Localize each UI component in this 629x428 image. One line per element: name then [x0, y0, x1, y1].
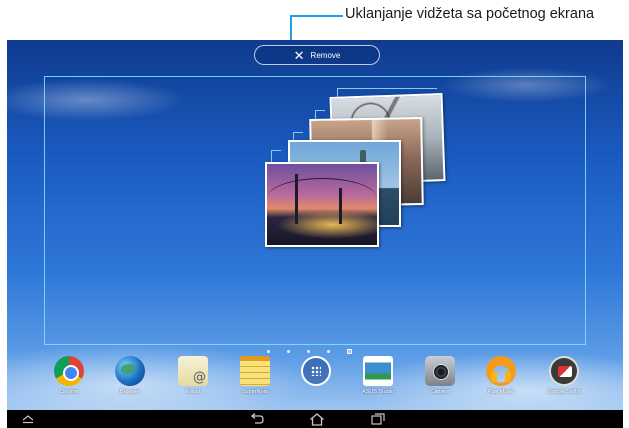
camera-icon — [425, 356, 455, 386]
remove-drop-target[interactable]: ✕ Remove — [254, 45, 380, 65]
expand-up-button[interactable] — [19, 412, 37, 426]
bridge-photo — [265, 162, 379, 247]
home-screen: ✕ Remove Chrome Browser @ Email SuperNot… — [7, 40, 623, 428]
browser-icon — [115, 356, 145, 386]
home-icon — [310, 412, 324, 426]
app-label: Chrome — [59, 389, 79, 395]
close-icon: ✕ — [293, 47, 305, 63]
email-icon — [178, 356, 208, 386]
page-dot-active — [347, 349, 352, 354]
dock-all-apps-button[interactable] — [286, 356, 346, 389]
app-label: SuperNote — [241, 389, 269, 395]
app-label: Google Settin — [547, 389, 581, 395]
dock-app-camera[interactable]: Camera — [410, 356, 470, 395]
expand-up-icon — [22, 415, 34, 424]
back-button[interactable] — [247, 412, 267, 426]
dock-app-email[interactable]: Email — [163, 356, 223, 395]
callout-label: Uklanjanje vidžeta sa početnog ekrana — [345, 6, 595, 22]
app-label: Play Music — [487, 389, 515, 395]
chrome-icon — [54, 356, 84, 386]
dock-app-asus-studio[interactable]: ASUS Studio — [348, 356, 408, 395]
play-music-icon — [486, 356, 516, 386]
remove-label: Remove — [310, 50, 341, 60]
app-label: Email — [186, 389, 200, 395]
callout-leader-horizontal — [290, 15, 343, 17]
dock-app-chrome[interactable]: Chrome — [39, 356, 99, 395]
all-apps-icon — [301, 356, 331, 386]
page-dot — [327, 350, 330, 353]
dock-app-google-settings[interactable]: Google Settin — [534, 356, 594, 395]
back-icon — [250, 413, 264, 424]
dock-app-supernote[interactable]: SuperNote — [225, 356, 285, 395]
google-settings-icon — [549, 356, 579, 386]
home-button[interactable] — [307, 412, 327, 426]
supernote-icon — [240, 356, 270, 386]
page-dot — [287, 350, 290, 353]
page-indicator — [267, 349, 352, 354]
dock-app-play-music[interactable]: Play Music — [471, 356, 531, 395]
app-dock: Chrome Browser Email SuperNote ASUS Stud… — [7, 356, 623, 402]
page-dot — [307, 350, 310, 353]
dock-app-browser[interactable]: Browser — [100, 356, 160, 395]
page-dot — [267, 350, 270, 353]
navigation-bar — [7, 410, 623, 428]
app-label: Browser — [119, 389, 141, 395]
app-label: Camera — [430, 389, 450, 395]
recent-apps-icon — [371, 413, 385, 425]
app-label: ASUS Studio — [361, 389, 395, 395]
recent-apps-button[interactable] — [368, 412, 388, 426]
asus-studio-icon — [363, 356, 393, 386]
